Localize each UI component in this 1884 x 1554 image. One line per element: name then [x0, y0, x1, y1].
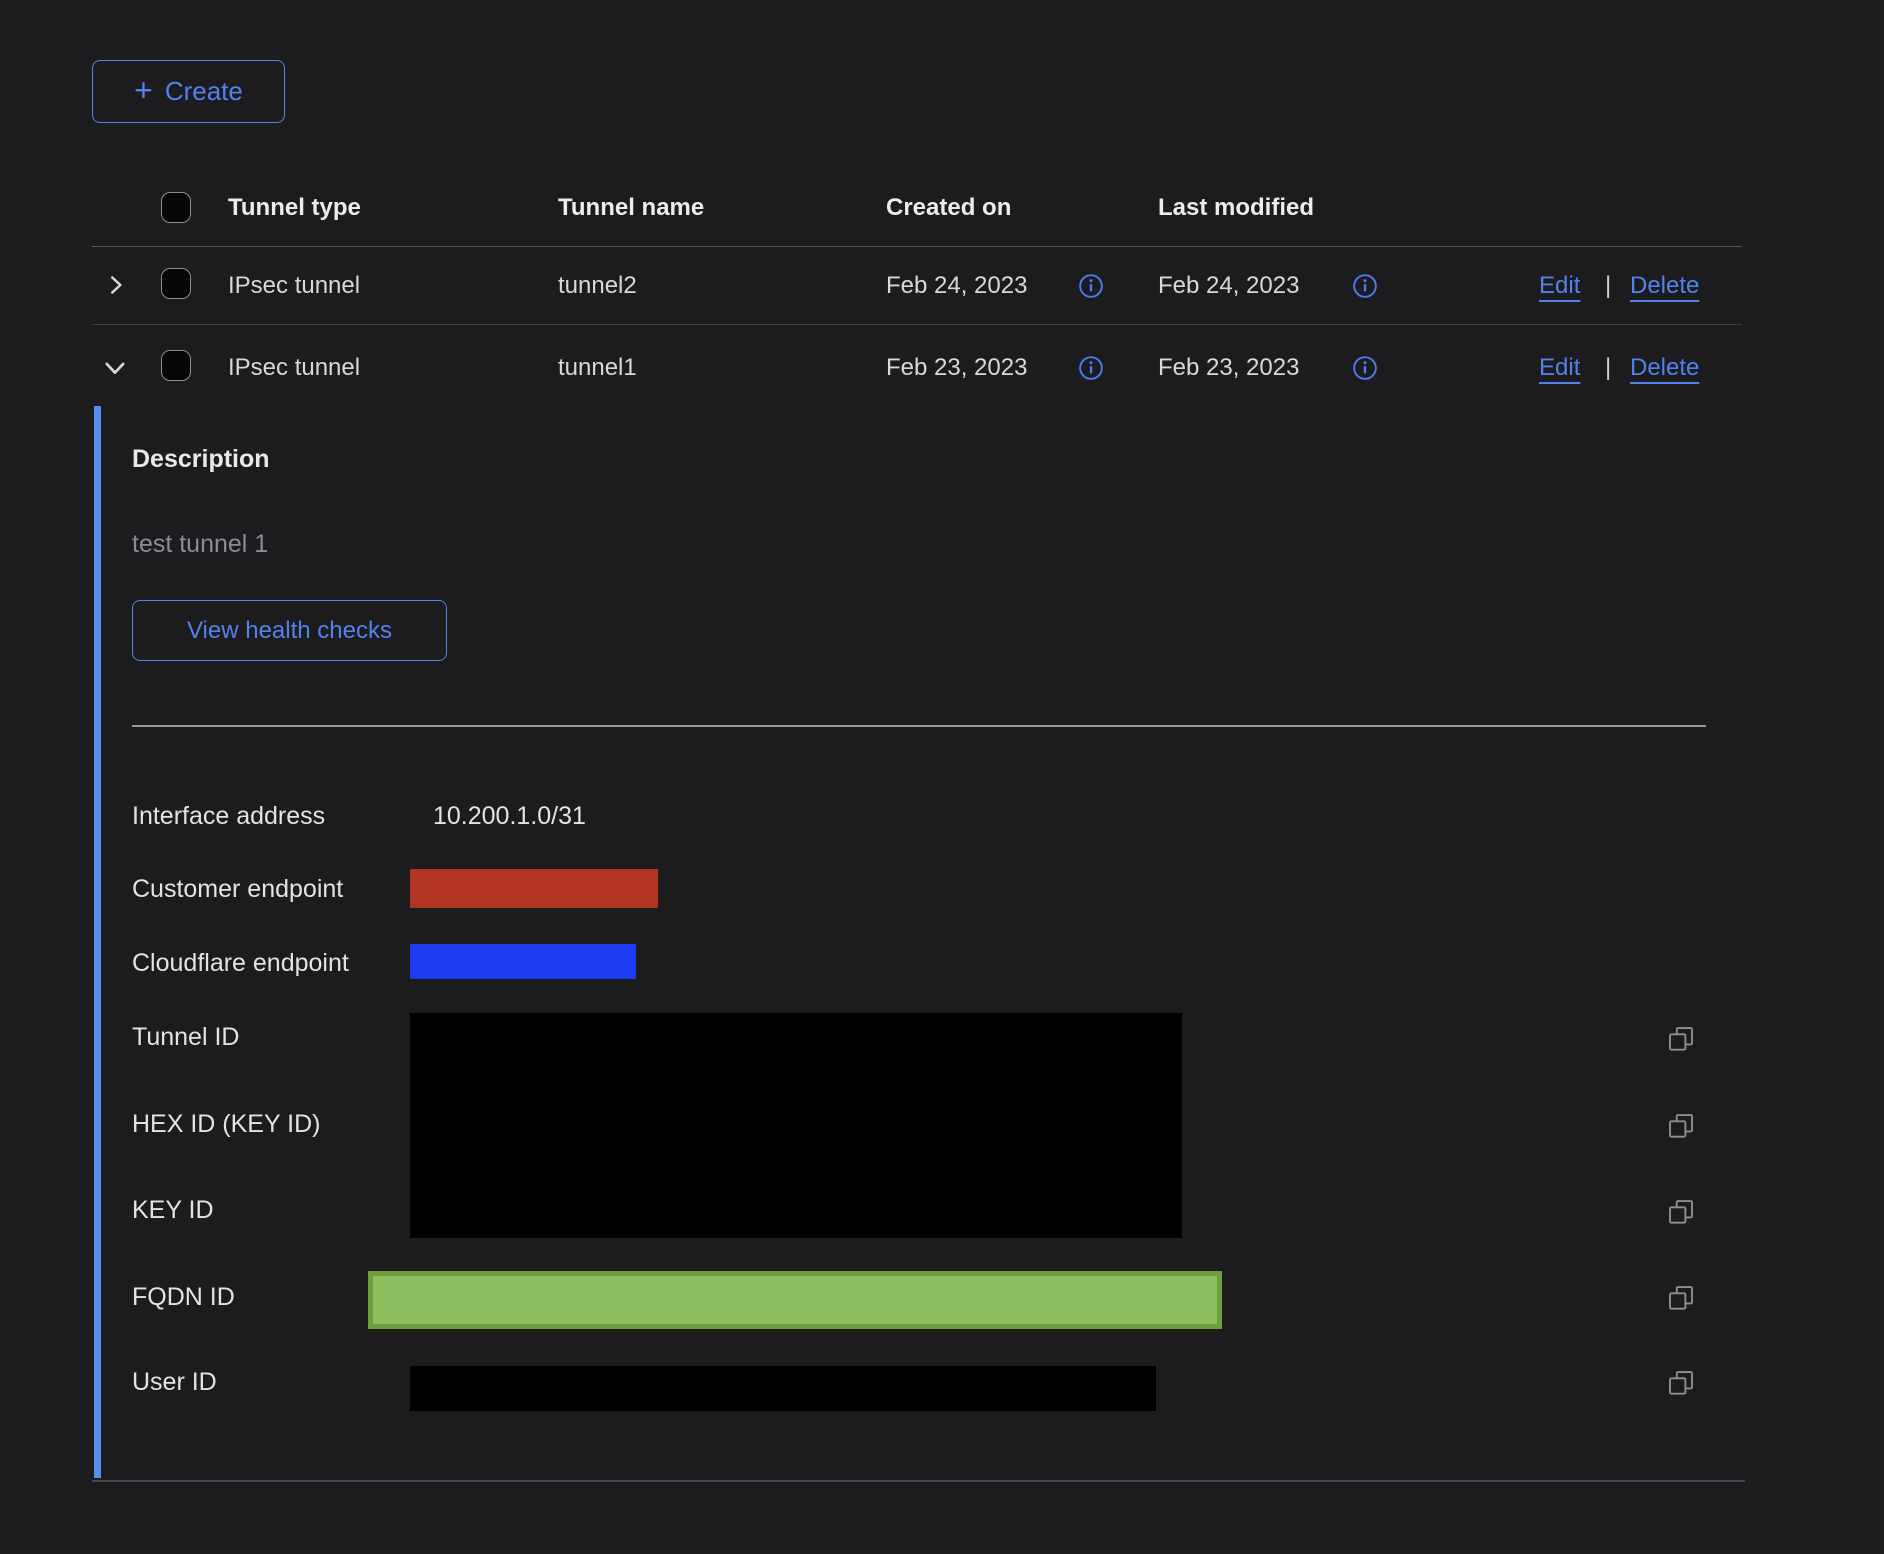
- view-health-checks-label: View health checks: [187, 617, 392, 645]
- last-modified-cell: Feb 24, 2023: [1158, 271, 1299, 301]
- row-checkbox[interactable]: [161, 268, 191, 299]
- create-button[interactable]: + Create: [92, 60, 285, 123]
- column-header-tunnel-name: Tunnel name: [558, 193, 704, 223]
- tunnel-type-cell: IPsec tunnel: [228, 353, 360, 383]
- interface-address-label: Interface address: [132, 801, 325, 831]
- copy-icon[interactable]: [1666, 1283, 1696, 1313]
- view-health-checks-button[interactable]: View health checks: [132, 600, 447, 661]
- description-heading: Description: [132, 444, 270, 474]
- customer-endpoint-label: Customer endpoint: [132, 874, 343, 904]
- interface-address-value: 10.200.1.0/31: [433, 801, 586, 831]
- ids-redaction-block: [410, 1013, 1182, 1238]
- tunnel-id-label: Tunnel ID: [132, 1022, 239, 1052]
- fqdn-id-redaction: [368, 1271, 1222, 1329]
- tunnel-type-cell: IPsec tunnel: [228, 271, 360, 301]
- column-header-created-on: Created on: [886, 193, 1011, 223]
- description-text: test tunnel 1: [132, 529, 268, 559]
- info-icon[interactable]: [1078, 273, 1104, 299]
- chevron-right-icon[interactable]: [103, 272, 129, 298]
- delete-link[interactable]: Delete: [1630, 271, 1699, 301]
- table-bottom-divider: [92, 1480, 1745, 1482]
- row-checkbox[interactable]: [161, 350, 191, 381]
- last-modified-cell: Feb 23, 2023: [1158, 353, 1299, 383]
- section-divider: [132, 725, 1706, 727]
- column-header-tunnel-type: Tunnel type: [228, 193, 361, 223]
- copy-icon[interactable]: [1666, 1368, 1696, 1398]
- copy-icon[interactable]: [1666, 1024, 1696, 1054]
- info-icon[interactable]: [1078, 355, 1104, 381]
- copy-icon[interactable]: [1666, 1197, 1696, 1227]
- cloudflare-endpoint-label: Cloudflare endpoint: [132, 948, 349, 978]
- select-all-checkbox[interactable]: [161, 192, 191, 223]
- chevron-down-icon[interactable]: [101, 354, 129, 382]
- create-button-label: Create: [165, 76, 243, 107]
- created-on-cell: Feb 24, 2023: [886, 271, 1027, 301]
- expanded-row-accent-bar: [94, 406, 101, 1478]
- cloudflare-endpoint-redaction: [410, 944, 636, 979]
- tunnel-name-cell: tunnel1: [558, 353, 637, 383]
- customer-endpoint-redaction: [410, 869, 658, 908]
- hex-id-label: HEX ID (KEY ID): [132, 1109, 320, 1139]
- ipsec-tunnels-page: + Create Tunnel type Tunnel name Created…: [0, 0, 1884, 1554]
- edit-link[interactable]: Edit: [1539, 271, 1580, 301]
- info-icon[interactable]: [1352, 355, 1378, 381]
- user-id-label: User ID: [132, 1367, 217, 1397]
- delete-link[interactable]: Delete: [1630, 353, 1699, 383]
- action-separator: |: [1605, 271, 1611, 301]
- key-id-label: KEY ID: [132, 1195, 214, 1225]
- header-divider: [92, 246, 1742, 247]
- row-divider: [92, 324, 1742, 325]
- plus-icon: +: [134, 74, 153, 106]
- info-icon[interactable]: [1352, 273, 1378, 299]
- tunnel-name-cell: tunnel2: [558, 271, 637, 301]
- user-id-redaction: [410, 1366, 1156, 1411]
- fqdn-id-label: FQDN ID: [132, 1282, 235, 1312]
- copy-icon[interactable]: [1666, 1111, 1696, 1141]
- column-header-last-modified: Last modified: [1158, 193, 1314, 223]
- action-separator: |: [1605, 353, 1611, 383]
- edit-link[interactable]: Edit: [1539, 353, 1580, 383]
- created-on-cell: Feb 23, 2023: [886, 353, 1027, 383]
